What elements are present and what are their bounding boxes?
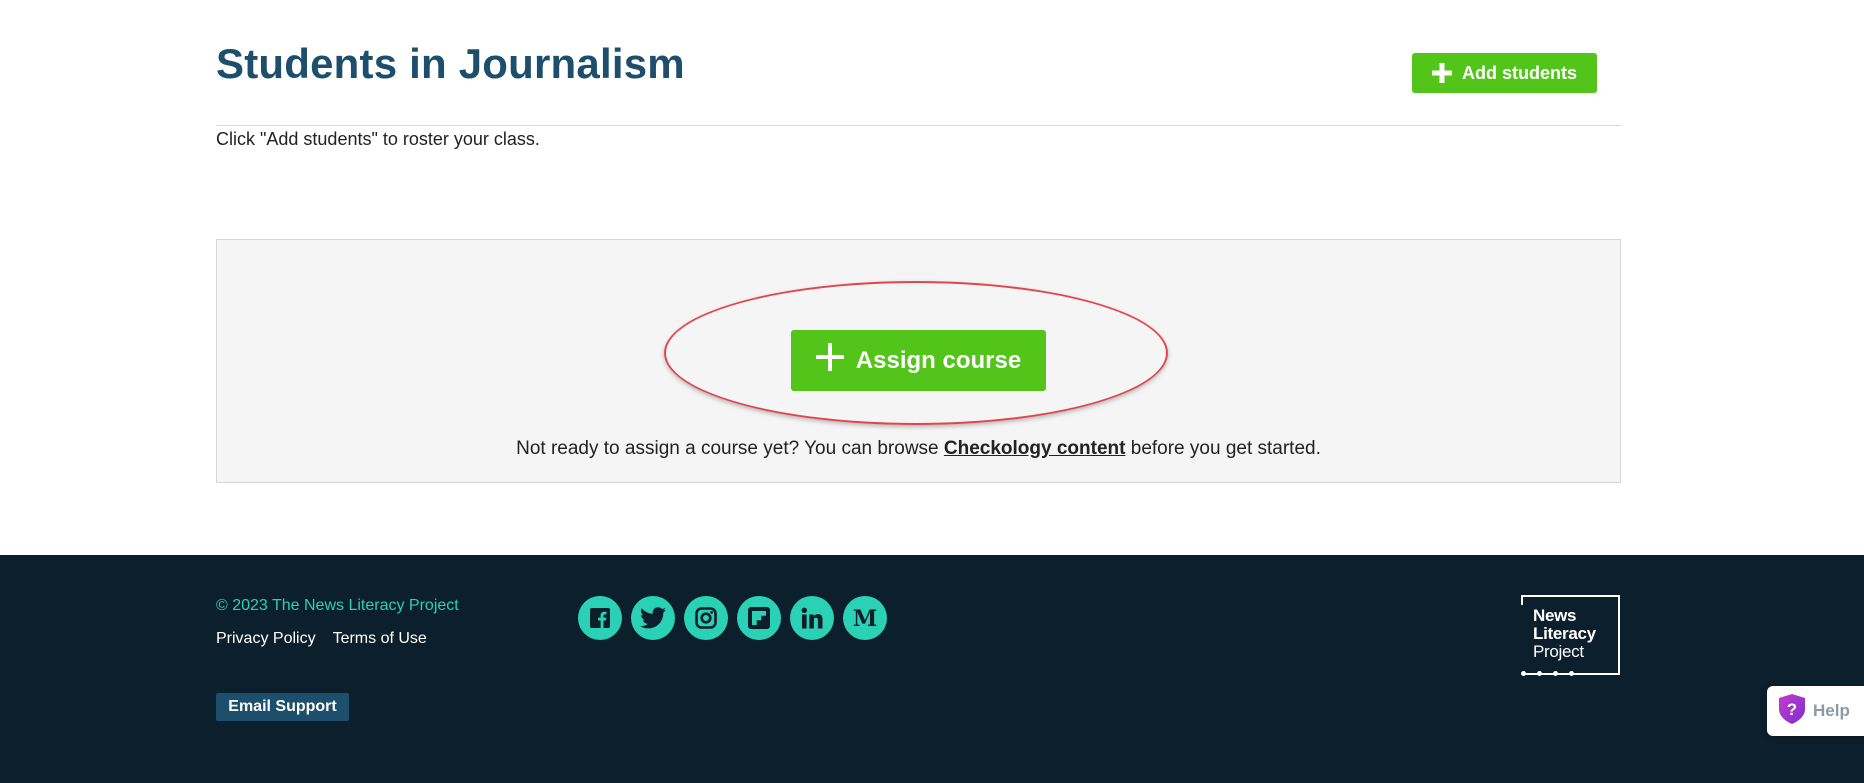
instagram-icon[interactable] — [684, 596, 728, 640]
flipboard-icon[interactable] — [737, 596, 781, 640]
linkedin-icon[interactable] — [790, 596, 834, 640]
footer: © 2023 The News Literacy Project Privacy… — [0, 555, 1864, 783]
terms-of-use-link[interactable]: Terms of Use — [333, 630, 427, 648]
roster-hint: Click "Add students" to roster your clas… — [216, 129, 540, 149]
email-support-button[interactable]: Email Support — [216, 693, 349, 721]
footer-links: Privacy Policy Terms of Use — [216, 630, 427, 648]
privacy-policy-link[interactable]: Privacy Policy — [216, 630, 316, 648]
twitter-icon[interactable] — [631, 596, 675, 640]
medium-icon[interactable]: M — [843, 596, 887, 640]
browse-text: Not ready to assign a course yet? You ca… — [216, 438, 1621, 460]
help-label: Help — [1813, 701, 1850, 720]
svg-text:?: ? — [1787, 700, 1797, 719]
assign-course-label: Assign course — [855, 346, 1022, 374]
assign-course-button[interactable]: Assign course — [791, 330, 1046, 391]
news-literacy-project-logo[interactable]: News Literacy Project — [1521, 595, 1620, 676]
help-widget[interactable]: ? Help — [1767, 686, 1864, 736]
page: Students in Journalism Add students Clic… — [0, 0, 1864, 783]
social-links: M — [578, 596, 887, 640]
plus-icon — [815, 343, 844, 378]
help-shield-icon: ? — [1779, 693, 1805, 729]
copyright: © 2023 The News Literacy Project — [216, 597, 459, 614]
browse-prefix: Not ready to assign a course yet? You ca… — [516, 438, 944, 459]
svg-text:M: M — [853, 607, 877, 629]
browse-suffix: before you get started. — [1125, 438, 1321, 459]
logo-text: News Literacy Project — [1533, 606, 1596, 661]
logo-dots — [1521, 671, 1574, 676]
checkology-content-link[interactable]: Checkology content — [944, 438, 1126, 459]
add-students-label: Add students — [1462, 62, 1577, 83]
header-divider — [216, 125, 1621, 126]
page-title: Students in Journalism — [216, 40, 685, 87]
facebook-icon[interactable] — [578, 596, 622, 640]
plus-icon — [1432, 63, 1452, 83]
add-students-button[interactable]: Add students — [1412, 53, 1597, 93]
